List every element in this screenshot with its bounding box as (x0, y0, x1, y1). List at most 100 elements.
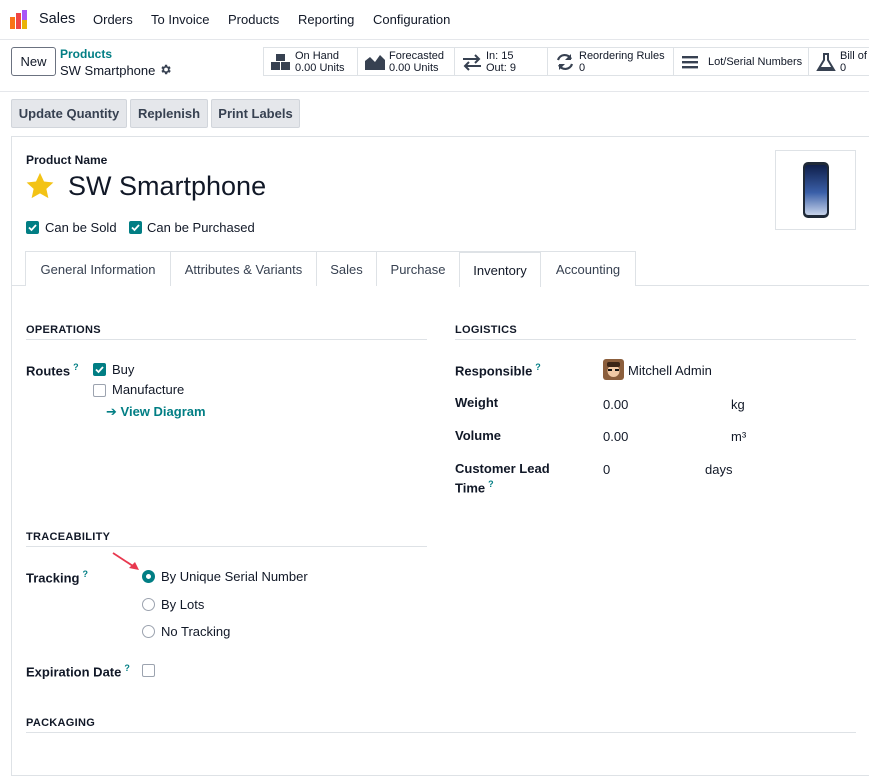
tab-sales[interactable]: Sales (316, 251, 377, 286)
customer-lead-label-text: Time (455, 480, 486, 496)
breadcrumb-parent[interactable]: Products (60, 47, 112, 61)
help-icon[interactable]: ? (535, 362, 541, 372)
view-diagram-text: View Diagram (120, 404, 206, 419)
tab-attributes-variants[interactable]: Attributes & Variants (170, 251, 317, 286)
tracking-none-radio[interactable] (142, 625, 155, 638)
in-count: In: 15 (486, 49, 514, 62)
expiration-date-checkbox[interactable] (142, 664, 155, 677)
routes-label: Routes? (26, 362, 79, 378)
refresh-icon (556, 53, 574, 70)
packaging-section-title: PACKAGING (26, 717, 96, 729)
tab-accounting[interactable]: Accounting (540, 251, 636, 286)
reordering-rules-stat-button[interactable]: Reordering Rules 0 (547, 47, 674, 76)
exchange-icon (463, 53, 481, 71)
can-be-sold-checkbox[interactable] (26, 221, 39, 234)
on-hand-stat-button[interactable]: On Hand 0.00 Units (263, 47, 358, 76)
area-chart-icon (365, 54, 385, 70)
print-labels-button[interactable]: Print Labels (211, 99, 300, 128)
help-icon[interactable]: ? (124, 663, 130, 673)
flask-icon (816, 52, 836, 71)
arrow-right-icon: ➔ (106, 404, 121, 419)
forecasted-label: Forecasted (389, 49, 445, 62)
new-button[interactable]: New (11, 47, 56, 76)
view-diagram-link[interactable]: ➔ View Diagram (106, 404, 206, 420)
tracking-none-label: No Tracking (161, 624, 231, 639)
tracking-serial-radio[interactable] (142, 570, 155, 583)
breadcrumb-current: SW Smartphone (60, 63, 156, 78)
tab-purchase[interactable]: Purchase (376, 251, 460, 286)
route-manufacture-checkbox[interactable] (93, 384, 106, 397)
responsible-label: Responsible? (455, 362, 541, 378)
tracking-label: Tracking? (26, 569, 88, 585)
menu-orders[interactable]: Orders (93, 12, 133, 27)
boxes-icon (271, 53, 290, 70)
menu-configuration[interactable]: Configuration (373, 12, 450, 27)
in-out-stat-button[interactable]: In: 15 Out: 9 (454, 47, 548, 76)
traceability-separator (26, 546, 427, 547)
can-be-purchased-label: Can be Purchased (147, 220, 255, 235)
on-hand-value: 0.00 Units (295, 61, 345, 74)
operations-separator (26, 339, 427, 340)
tab-inventory[interactable]: Inventory (459, 251, 541, 287)
forecasted-value: 0.00 Units (389, 61, 439, 74)
can-be-sold-label: Can be Sold (45, 220, 117, 235)
update-quantity-button[interactable]: Update Quantity (11, 99, 127, 128)
reordering-value: 0 (579, 61, 586, 74)
logistics-separator (455, 339, 856, 340)
tracking-lots-label: By Lots (161, 597, 205, 612)
operations-section-title: OPERATIONS (26, 324, 101, 336)
responsible-value[interactable]: Mitchell Admin (628, 363, 712, 378)
customer-lead-input[interactable]: 0 (603, 462, 610, 477)
responsible-label-text: Responsible (455, 363, 533, 379)
forecasted-stat-button[interactable]: Forecasted 0.00 Units (357, 47, 455, 76)
out-count: Out: 9 (486, 61, 516, 74)
product-name-label: Product Name (26, 153, 108, 167)
volume-unit: m³ (731, 429, 747, 444)
lot-serial-label: Lot/Serial Numbers (708, 55, 803, 68)
tracking-label-text: Tracking (26, 570, 80, 586)
volume-input[interactable]: 0.00 (603, 429, 628, 444)
smartphone-image (803, 162, 829, 218)
volume-label: Volume (455, 428, 501, 443)
route-buy-checkbox[interactable] (93, 363, 106, 376)
help-icon[interactable]: ? (82, 569, 88, 579)
bom-label: Bill of (840, 49, 867, 62)
logistics-section-title: LOGISTICS (455, 324, 517, 336)
expiration-date-label-text: Expiration Date (26, 664, 122, 680)
route-manufacture-label: Manufacture (112, 382, 185, 397)
tracking-serial-label: By Unique Serial Number (161, 569, 308, 584)
menu-reporting[interactable]: Reporting (298, 12, 354, 27)
sales-app-icon[interactable] (10, 10, 30, 29)
annotation-arrow-icon (112, 552, 139, 570)
product-name-field[interactable]: SW Smartphone (68, 171, 266, 202)
weight-input[interactable]: 0.00 (603, 397, 628, 412)
expiration-date-label: Expiration Date? (26, 663, 130, 679)
star-icon[interactable] (25, 171, 55, 201)
weight-unit: kg (731, 397, 745, 412)
replenish-button[interactable]: Replenish (130, 99, 208, 128)
tracking-lots-radio[interactable] (142, 598, 155, 611)
customer-lead-label-line1: Customer Lead (455, 461, 550, 476)
can-be-purchased-checkbox[interactable] (129, 221, 142, 234)
app-name[interactable]: Sales (39, 11, 75, 27)
bom-stat-button[interactable]: Bill of 0 (808, 47, 869, 76)
menu-products[interactable]: Products (228, 12, 279, 27)
tab-general-information[interactable]: General Information (25, 251, 171, 286)
help-icon[interactable]: ? (488, 479, 494, 489)
lot-serial-stat-button[interactable]: Lot/Serial Numbers (673, 47, 809, 76)
routes-label-text: Routes (26, 363, 71, 379)
customer-lead-label-line2: Time? (455, 479, 494, 495)
menu-to-invoice[interactable]: To Invoice (151, 12, 210, 27)
packaging-separator (26, 732, 856, 733)
customer-lead-unit: days (705, 462, 733, 477)
avatar (603, 359, 624, 380)
product-image[interactable] (775, 150, 856, 230)
bars-icon (682, 55, 698, 68)
reordering-label: Reordering Rules (579, 49, 665, 62)
weight-label: Weight (455, 395, 499, 410)
help-icon[interactable]: ? (73, 362, 79, 372)
traceability-section-title: TRACEABILITY (26, 531, 111, 543)
gear-icon[interactable] (159, 63, 172, 76)
on-hand-label: On Hand (295, 49, 340, 62)
route-buy-label: Buy (112, 362, 135, 377)
